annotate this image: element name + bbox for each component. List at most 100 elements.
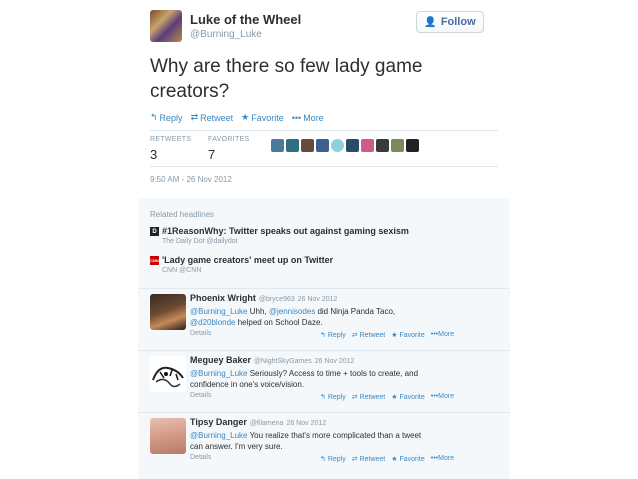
reply-date: 26 Nov 2012	[286, 420, 327, 427]
retweet-button[interactable]: ⇄ Retweet	[352, 331, 386, 339]
reply-details-link[interactable]: Details	[190, 454, 211, 461]
reply-details-link[interactable]: Details	[190, 392, 211, 399]
reply-tweet: Tipsy Danger @filamena 26 Nov 2012 @Burnin…	[138, 412, 510, 474]
headline-source[interactable]: The Daily Dot @dailydot	[162, 238, 238, 245]
retweet-icon: ⇄	[351, 394, 358, 401]
reply-label: Reply	[327, 456, 346, 463]
reply-text-part: You realize that's more complicated than…	[247, 431, 422, 440]
retweet-button[interactable]: ⇄ Retweet	[191, 112, 234, 123]
favorite-button[interactable]: ★ Favorite	[241, 112, 284, 123]
reply-avatar[interactable]	[150, 294, 186, 330]
tweet-card: Luke of the Wheel @Burning_Luke 👤 Follow…	[138, 0, 510, 479]
reply-text-part: confidence in one's voice/vision.	[190, 380, 305, 389]
dailydot-logo-text: D	[152, 228, 157, 235]
divider	[150, 130, 498, 131]
retweet-icon: ⇄	[351, 456, 358, 463]
tweet-text-line-2: creators?	[150, 81, 230, 102]
favorite-button[interactable]: ★ Favorite	[391, 455, 425, 463]
reply-text-part: can answer. I'm very sure.	[190, 442, 283, 451]
retweets-label: RETWEETS	[150, 136, 192, 143]
follow-button[interactable]: 👤 Follow	[416, 11, 484, 33]
favoriter-avatar[interactable]	[271, 139, 284, 152]
reply-button[interactable]: ↰ Reply	[320, 393, 346, 401]
more-button[interactable]: •••More	[292, 112, 324, 123]
reply-handle: @NightSkyGames	[254, 358, 312, 365]
reply-tweet: Meguey Baker @NightSkyGames 26 Nov 2012 @B…	[138, 350, 510, 412]
reply-handle: @filamena	[249, 420, 284, 427]
mention-link[interactable]: @Burning_Luke	[190, 307, 248, 316]
more-button[interactable]: •••More	[431, 331, 454, 339]
reply-avatar[interactable]	[150, 418, 186, 454]
reply-author[interactable]: Meguey Baker @NightSkyGames 26 Nov 2012	[190, 355, 354, 365]
favoriter-avatar[interactable]	[286, 139, 299, 152]
favorite-button[interactable]: ★ Favorite	[391, 331, 425, 339]
reply-author[interactable]: Tipsy Danger @filamena 26 Nov 2012	[190, 417, 326, 427]
related-title: Related headlines	[150, 210, 215, 219]
headline-title[interactable]: #1ReasonWhy: Twitter speaks out against …	[162, 226, 409, 236]
favoriter-avatar[interactable]	[346, 139, 359, 152]
mention-link[interactable]: @jennisodes	[269, 307, 315, 316]
retweet-label: Retweet	[200, 112, 234, 123]
favorites-count[interactable]: 7	[208, 147, 215, 162]
star-icon: ★	[391, 456, 398, 463]
retweet-label: Retweet	[359, 456, 386, 463]
reply-label: Reply	[327, 332, 346, 339]
follow-label: Follow	[440, 16, 476, 28]
mention-link[interactable]: @Burning_Luke	[190, 431, 248, 440]
reply-actions: ↰ Reply ⇄ Retweet ★ Favorite •••More	[320, 393, 454, 401]
tweet-actions: ↰ Reply ⇄ Retweet ★ Favorite ••• More	[150, 112, 324, 123]
favorite-label: Favorite	[251, 112, 284, 123]
mention-link[interactable]: @d20blonde	[190, 318, 236, 327]
reply-icon: ↰	[150, 112, 158, 122]
favoriter-avatar[interactable]	[301, 139, 314, 152]
retweet-icon: ⇄	[190, 112, 199, 122]
reply-button[interactable]: ↰ Reply	[320, 455, 346, 463]
author-avatar[interactable]	[150, 10, 182, 42]
headline-title[interactable]: 'Lady game creators' meet up on Twitter	[162, 255, 333, 265]
retweet-label: Retweet	[359, 394, 386, 401]
dailydot-logo-icon: D	[150, 227, 159, 236]
favorite-button[interactable]: ★ Favorite	[391, 393, 425, 401]
tweet-timestamp[interactable]: 9:50 AM - 26 Nov 2012	[150, 175, 232, 184]
reply-text: @Burning_Luke Seriously? Access to time …	[190, 368, 490, 390]
more-label: More	[438, 455, 455, 462]
star-icon: ★	[391, 332, 398, 339]
author-name[interactable]: Luke of the Wheel	[190, 12, 301, 27]
star-icon: ★	[391, 394, 398, 401]
divider	[150, 166, 498, 167]
reply-author-name: Meguey Baker	[190, 355, 252, 365]
favoriter-avatar[interactable]	[376, 139, 389, 152]
reply-tweet: Phoenix Wright @bryce963 26 Nov 2012 @Burn…	[138, 288, 510, 350]
retweet-button[interactable]: ⇄ Retweet	[352, 455, 386, 463]
favoriter-avatar[interactable]	[331, 139, 344, 152]
retweet-button[interactable]: ⇄ Retweet	[352, 393, 386, 401]
reply-avatar[interactable]	[150, 356, 186, 392]
reply-author-name: Phoenix Wright	[190, 293, 256, 303]
retweet-label: Retweet	[359, 332, 386, 339]
tweet-text-line-1: Why are there so few lady game	[150, 56, 423, 77]
favoriter-avatar[interactable]	[391, 139, 404, 152]
more-button[interactable]: •••More	[431, 455, 454, 463]
more-button[interactable]: •••More	[431, 393, 454, 401]
headline-source[interactable]: CNN @CNN	[162, 267, 201, 274]
reply-details-link[interactable]: Details	[190, 330, 211, 337]
reply-button[interactable]: ↰ Reply	[320, 331, 346, 339]
favoriter-avatar[interactable]	[361, 139, 374, 152]
follow-person-icon: 👤	[424, 16, 437, 28]
mention-link[interactable]: @Burning_Luke	[190, 369, 248, 378]
replies-list: Phoenix Wright @bryce963 26 Nov 2012 @Burn…	[138, 288, 510, 479]
reply-handle: @bryce963	[258, 296, 295, 303]
retweets-count[interactable]: 3	[150, 147, 157, 162]
reply-icon: ↰	[320, 456, 326, 463]
cnn-logo-icon: CNN	[150, 256, 159, 265]
author-handle[interactable]: @Burning_Luke	[190, 29, 262, 40]
reply-text-part: Uhh,	[247, 307, 269, 316]
reply-author[interactable]: Phoenix Wright @bryce963 26 Nov 2012	[190, 293, 337, 303]
reply-label: Reply	[159, 112, 183, 123]
favorite-label: Favorite	[399, 394, 425, 401]
favoriter-avatar[interactable]	[316, 139, 329, 152]
more-dots-icon: •••	[291, 112, 302, 123]
reply-button[interactable]: ↰ Reply	[150, 112, 183, 123]
reply-text: @Burning_Luke You realize that's more co…	[190, 430, 490, 452]
favoriter-avatar[interactable]	[406, 139, 419, 152]
